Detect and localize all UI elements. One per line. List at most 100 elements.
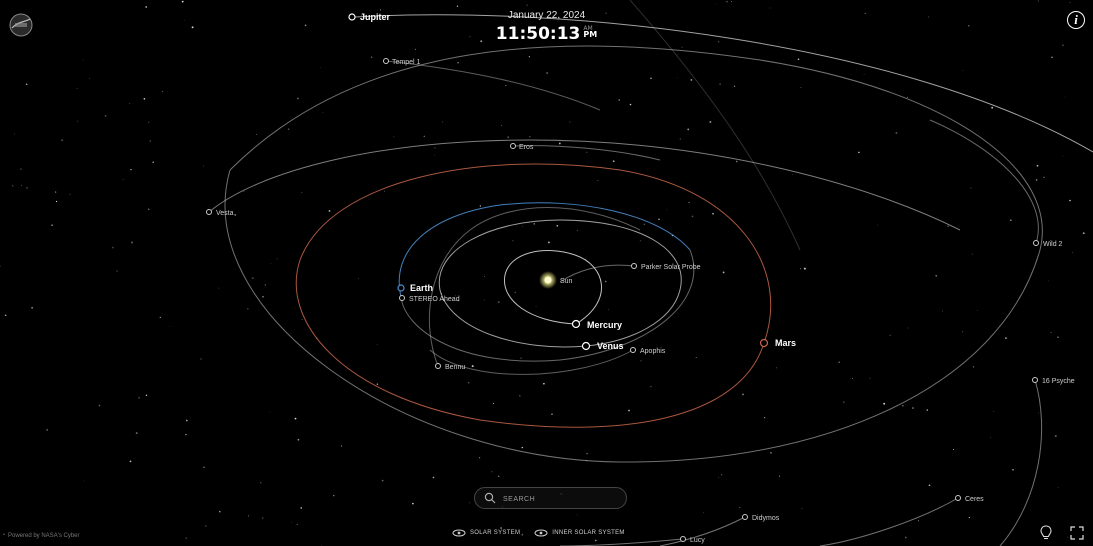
star [1009, 219, 1012, 222]
info-icon[interactable]: i [1067, 11, 1085, 29]
inner-solar-system-label: INNER SOLAR SYSTEM [552, 530, 625, 536]
star [135, 432, 138, 435]
star [858, 151, 860, 154]
star [370, 56, 373, 58]
star [61, 139, 63, 141]
object-vesta[interactable]: Vesta [206, 209, 234, 218]
star [514, 291, 516, 294]
star [432, 476, 435, 479]
star [569, 121, 571, 123]
view-switcher: SOLAR SYSTEM INNER SOLAR SYSTEM [452, 529, 625, 537]
planet-earth[interactable]: Earth [397, 283, 433, 293]
star [546, 72, 549, 74]
star [1069, 2, 1071, 4]
star [643, 223, 645, 225]
object-bennu[interactable]: Bennu [435, 363, 466, 372]
planet-venus[interactable]: Venus [581, 341, 624, 351]
star [1037, 0, 1039, 2]
star [1043, 176, 1045, 179]
star [803, 267, 806, 270]
mars-label: Mars [775, 338, 796, 348]
lucy-label: Lucy [690, 537, 705, 544]
star [159, 316, 161, 319]
time-display[interactable]: 11:50:13 AM PM [0, 24, 1093, 44]
star [497, 475, 500, 478]
fullscreen-icon[interactable] [1070, 526, 1084, 540]
orbit-icon [452, 529, 466, 537]
object-didymos[interactable]: Didymos [742, 514, 780, 523]
star [783, 348, 785, 350]
tempel1-label: Tempel 1 [392, 59, 421, 66]
planet-mars[interactable]: Mars [759, 338, 797, 348]
object-tempel1[interactable]: Tempel 1 [383, 58, 421, 67]
star [333, 494, 335, 497]
star [676, 77, 678, 79]
star [863, 74, 865, 76]
star [769, 7, 771, 9]
star [1038, 412, 1039, 414]
star [276, 258, 278, 260]
star [714, 3, 716, 5]
star [735, 160, 738, 163]
star [200, 358, 202, 360]
star [953, 449, 955, 451]
star [468, 502, 470, 504]
star [260, 482, 262, 484]
star [512, 240, 514, 242]
credit-text[interactable]: Powered by NASA's Cyber [8, 533, 80, 539]
star [83, 480, 85, 482]
star [301, 192, 303, 194]
star [456, 5, 459, 8]
search-bar[interactable] [474, 487, 627, 509]
lightbulb-icon[interactable] [1040, 525, 1052, 541]
star [595, 539, 597, 542]
object-ceres[interactable]: Ceres [955, 495, 985, 504]
star [414, 48, 417, 51]
star [205, 525, 207, 527]
star [658, 218, 660, 221]
vesta-label: Vesta [216, 210, 234, 217]
star [666, 209, 668, 211]
star [145, 394, 148, 397]
star [1057, 336, 1059, 338]
star [917, 520, 920, 522]
star [264, 284, 266, 286]
object-stereo[interactable]: STEREO Ahead [399, 295, 460, 304]
solar-system-view-button[interactable]: SOLAR SYSTEM [452, 529, 520, 537]
star [55, 191, 57, 193]
star [262, 517, 264, 519]
star [547, 241, 550, 244]
star [526, 4, 528, 6]
star [558, 142, 561, 145]
sun[interactable]: Sun [539, 271, 573, 289]
object-eros[interactable]: Eros [510, 143, 534, 152]
inner-solar-system-view-button[interactable]: INNER SOLAR SYSTEM [534, 529, 624, 537]
star [384, 190, 385, 192]
star [69, 193, 71, 195]
star [778, 475, 781, 477]
star [528, 56, 531, 58]
object-parker[interactable]: Parker Solar Probe [631, 263, 701, 272]
star [14, 133, 16, 135]
date-display: January 22, 2024 [507, 10, 586, 21]
solar-system-view[interactable]: Sun Mercury Venus Earth Mars Jupiter Tem… [0, 0, 1093, 546]
object-psyche[interactable]: 16 Psyche [1032, 377, 1075, 386]
star [434, 154, 435, 156]
star [928, 484, 931, 487]
object-wild2[interactable]: Wild 2 [1033, 240, 1063, 249]
mercury-label: Mercury [587, 320, 622, 330]
star [145, 6, 148, 8]
star [838, 361, 840, 363]
object-lucy[interactable]: Lucy [680, 536, 706, 545]
star [169, 326, 171, 327]
search-input[interactable] [501, 490, 623, 508]
star [533, 223, 535, 225]
star [442, 121, 444, 123]
star [138, 396, 141, 399]
object-apophis[interactable]: Apophis [630, 347, 666, 356]
star [629, 103, 632, 106]
star [650, 77, 652, 80]
star [501, 125, 503, 127]
star [556, 224, 559, 227]
star [185, 433, 187, 436]
